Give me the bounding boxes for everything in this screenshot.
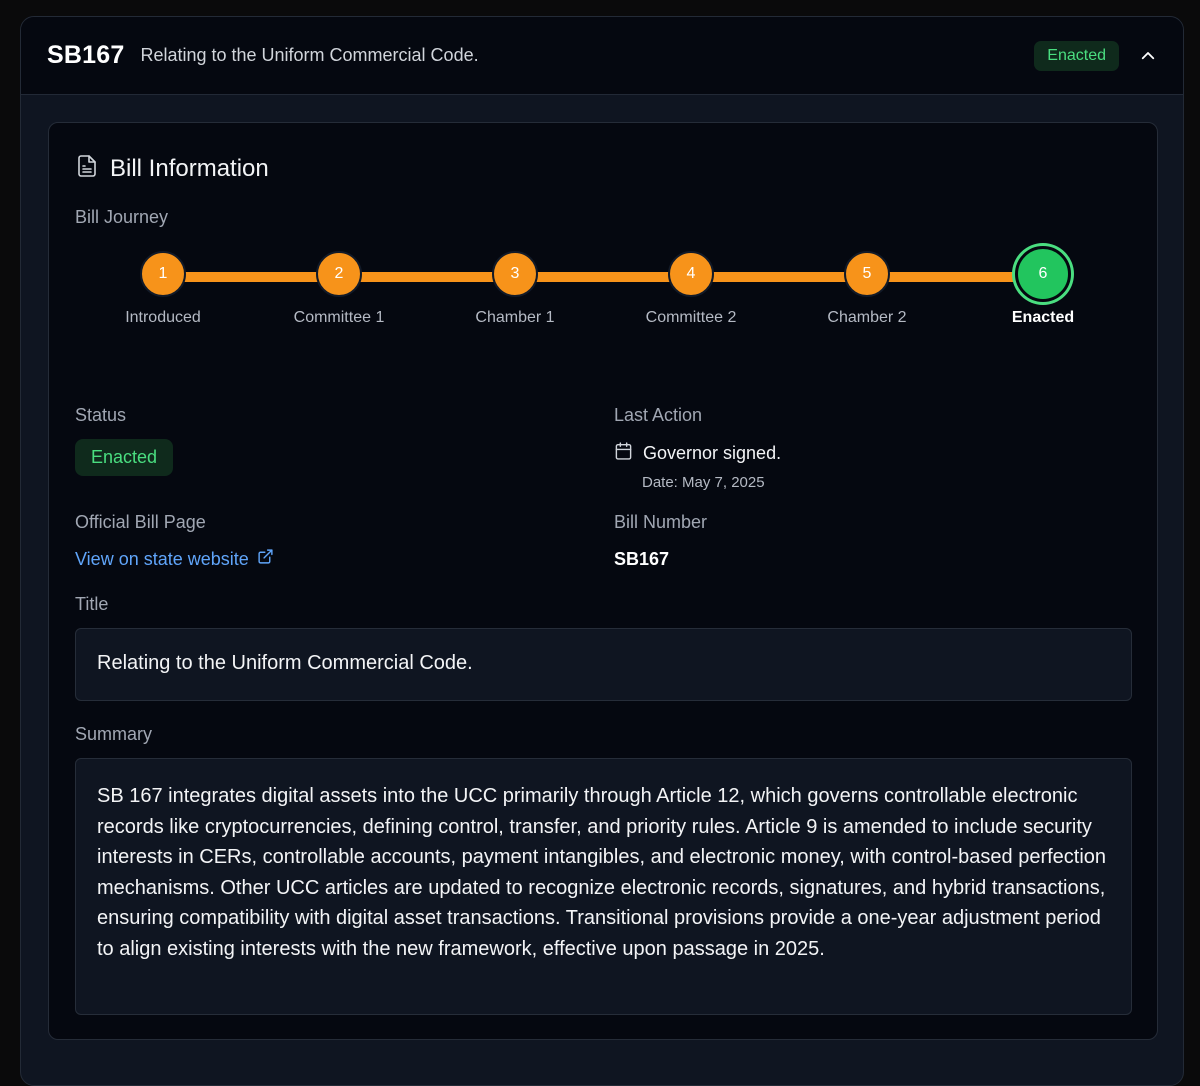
last-action-date: Date: May 7, 2025 <box>642 474 765 491</box>
journey-step: 4 Committee 2 <box>621 251 761 327</box>
journey-step-current-circle: 6 <box>1015 246 1071 302</box>
journey-step-circle: 2 <box>316 251 362 297</box>
external-link-icon <box>257 548 274 570</box>
journey-step-circle: 4 <box>668 251 714 297</box>
bill-card-header[interactable]: SB167 Relating to the Uniform Commercial… <box>21 17 1183 95</box>
journey-step: 2 Committee 1 <box>269 251 409 327</box>
state-website-link-text: View on state website <box>75 548 249 569</box>
header-status-badge: Enacted <box>1034 40 1119 71</box>
summary-box: SB 167 integrates digital assets into th… <box>75 758 1132 1015</box>
title-label: Title <box>75 594 109 614</box>
status-label: Status <box>75 405 127 425</box>
journey-step-circle: 1 <box>140 251 186 297</box>
journey-step-circle: 5 <box>844 251 890 297</box>
last-action-text: Governor signed. <box>643 443 782 463</box>
journey-step-label: Chamber 2 <box>827 309 907 326</box>
journey-step-label: Introduced <box>125 309 201 326</box>
journey-step: 3 Chamber 1 <box>445 251 585 327</box>
bill-short-title: Relating to the Uniform Commercial Code. <box>140 45 479 65</box>
journey-step-label: Committee 2 <box>645 309 737 326</box>
bill-journey-label: Bill Journey <box>75 207 169 227</box>
summary-label: Summary <box>75 724 153 744</box>
journey-step-label: Committee 1 <box>293 309 385 326</box>
chevron-up-icon[interactable] <box>1139 47 1157 65</box>
journey-step-circle: 3 <box>492 251 538 297</box>
title-box: Relating to the Uniform Commercial Code. <box>75 628 1132 701</box>
journey-step: 5 Chamber 2 <box>797 251 937 327</box>
last-action-label: Last Action <box>614 405 703 425</box>
journey-step-label: Enacted <box>1011 309 1075 326</box>
state-website-link[interactable]: View on state website <box>75 548 274 570</box>
document-icon <box>75 153 99 184</box>
bill-number-value: SB167 <box>614 549 670 569</box>
calendar-icon <box>614 441 633 466</box>
bill-code: SB167 <box>47 41 125 69</box>
bill-number-label: Bill Number <box>614 512 708 532</box>
official-page-label: Official Bill Page <box>75 512 206 532</box>
bill-card: SB167 Relating to the Uniform Commercial… <box>20 16 1184 1086</box>
last-action: Governor signed. Date: May 7, 2025 <box>614 441 781 491</box>
journey-step: 6 Enacted <box>973 246 1113 327</box>
bill-information-panel: Bill Information Bill Journey 1 Introduce… <box>48 122 1158 1040</box>
section-heading: Bill Information <box>75 153 269 184</box>
section-title: Bill Information <box>110 154 269 182</box>
journey-step-label: Chamber 1 <box>475 309 555 326</box>
status-badge: Enacted <box>75 439 174 476</box>
bill-journey-tracker: 1 Introduced 2 Committee 1 3 Chamber 1 4 Commit… <box>75 243 1135 353</box>
journey-step: 1 Introduced <box>93 251 233 327</box>
